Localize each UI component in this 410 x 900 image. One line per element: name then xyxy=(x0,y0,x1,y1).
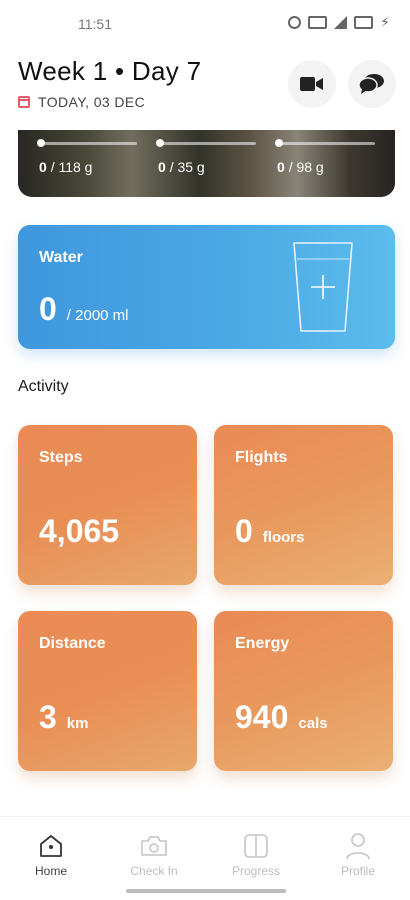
home-indicator[interactable] xyxy=(126,889,286,893)
steps-label: Steps xyxy=(39,449,83,466)
water-glass-add-icon[interactable] xyxy=(291,239,355,335)
video-call-button[interactable] xyxy=(288,60,336,108)
progress-icon xyxy=(244,834,268,858)
distance-card[interactable]: Distance 3 km xyxy=(18,611,197,771)
calendar-icon xyxy=(18,96,30,108)
distance-label: Distance xyxy=(39,635,106,652)
macro-item-3: 0 / 98 g xyxy=(275,139,375,175)
macro-current: 0 xyxy=(277,159,285,175)
chat-button[interactable] xyxy=(348,60,396,108)
energy-value: 940 xyxy=(235,699,289,735)
status-icons: ⚡ xyxy=(288,14,390,31)
header: Week 1 • Day 7 TODAY, 03 DEC xyxy=(18,56,396,116)
camera-icon xyxy=(141,836,167,856)
hotspot-icon xyxy=(288,16,302,29)
macro-current: 0 xyxy=(39,159,47,175)
nav-item-profile[interactable]: Profile xyxy=(313,831,403,878)
macro-goal: / 98 g xyxy=(288,159,324,175)
water-current: 0 xyxy=(39,291,57,327)
steps-card[interactable]: Steps 4,065 xyxy=(18,425,197,585)
chat-bubbles-icon xyxy=(359,74,384,94)
water-card[interactable]: Water 0 / 2000 ml xyxy=(18,225,395,349)
nav-item-check-in[interactable]: Check In xyxy=(109,831,199,878)
macro-item-1: 0 / 118 g xyxy=(37,139,137,175)
water-amount: 0 / 2000 ml xyxy=(39,291,129,328)
macro-progress-bar xyxy=(156,139,256,147)
wifi-calling-icon xyxy=(354,16,374,29)
macro-item-2: 0 / 35 g xyxy=(156,139,256,175)
distance-unit: km xyxy=(66,715,89,732)
date-label: TODAY, 03 DEC xyxy=(38,94,146,110)
flights-value: 0 xyxy=(235,513,253,549)
date-row: TODAY, 03 DEC xyxy=(18,94,396,110)
macro-goal: / 118 g xyxy=(50,159,93,175)
energy-label: Energy xyxy=(235,635,290,652)
flights-label: Flights xyxy=(235,449,288,466)
page-title: Week 1 • Day 7 xyxy=(18,56,202,86)
macro-current: 0 xyxy=(158,159,166,175)
volte-icon xyxy=(308,16,328,29)
home-icon xyxy=(40,835,62,857)
macros-card[interactable]: 0 / 118 g 0 / 35 g 0 / 98 g xyxy=(18,130,395,197)
macro-goal: / 35 g xyxy=(169,159,205,175)
bottom-nav: Home Check In Progress Profile xyxy=(0,816,410,900)
distance-value: 3 xyxy=(39,699,57,735)
nav-item-progress[interactable]: Progress xyxy=(211,831,301,878)
energy-unit: cals xyxy=(298,715,328,732)
video-camera-icon xyxy=(300,77,323,91)
energy-card[interactable]: Energy 940 cals xyxy=(214,611,393,771)
water-goal: / 2000 ml xyxy=(66,307,129,324)
macro-progress-bar xyxy=(37,139,137,147)
activity-section-title: Activity xyxy=(18,378,69,395)
status-time: 11:51 xyxy=(78,16,112,32)
water-title: Water xyxy=(39,249,83,266)
nav-item-home[interactable]: Home xyxy=(6,831,96,878)
charging-icon: ⚡ xyxy=(380,14,390,30)
signal-icon xyxy=(334,16,348,29)
flights-unit: floors xyxy=(262,529,305,546)
macro-progress-bar xyxy=(275,139,375,147)
nav-label: Progress xyxy=(231,864,281,878)
steps-value: 4,065 xyxy=(39,513,120,549)
flights-card[interactable]: Flights 0 floors xyxy=(214,425,393,585)
nav-label: Check In xyxy=(130,864,178,878)
status-bar: 11:51 ⚡ xyxy=(0,0,410,46)
profile-icon xyxy=(346,833,370,860)
nav-label: Home xyxy=(34,864,67,878)
nav-label: Profile xyxy=(340,864,375,878)
